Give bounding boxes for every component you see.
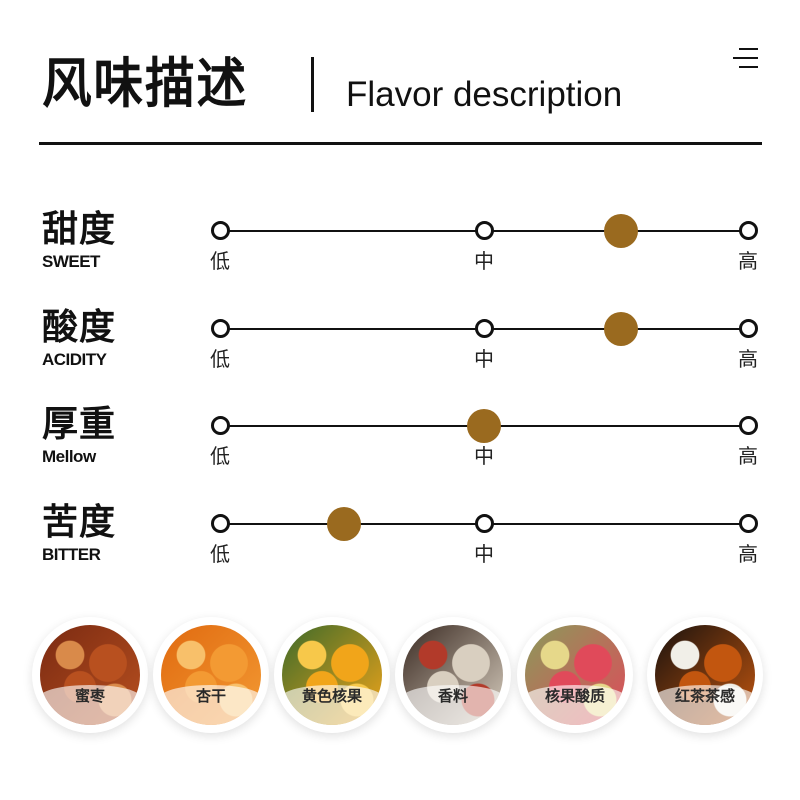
aroma-label: 杏干 — [195, 687, 226, 705]
flavor-scale: 低 中 高 — [0, 405, 800, 485]
page-title-en: Flavor description — [346, 75, 623, 114]
label-mid: 中 — [474, 542, 494, 566]
tick-low — [210, 221, 230, 240]
page-title-cn: 风味描述 — [42, 52, 249, 115]
header-divider — [39, 142, 762, 145]
label-high: 高 — [738, 542, 758, 566]
label-low: 低 — [210, 249, 230, 273]
flavor-row-bitter: 苦度 BITTER 低 中 高 — [0, 503, 800, 583]
menu-line — [739, 66, 758, 68]
aroma-image — [655, 625, 755, 725]
tick-low — [210, 514, 230, 533]
flavor-scale: 低 中 高 — [0, 210, 800, 290]
aroma-label: 黄色核果 — [301, 687, 362, 705]
label-high: 高 — [738, 444, 758, 468]
tick-high — [738, 319, 758, 338]
label-low: 低 — [210, 542, 230, 566]
menu-line — [733, 57, 758, 59]
flavor-scale: 低 中 高 — [0, 308, 800, 388]
menu-icon[interactable] — [733, 46, 761, 72]
aroma-dates[interactable]: 蜜枣 — [32, 617, 148, 733]
aroma-image — [525, 625, 625, 725]
aroma-image — [282, 625, 382, 725]
flavor-row-acidity: 酸度 ACIDITY 低 中 高 — [0, 308, 800, 388]
label-low: 低 — [210, 347, 230, 371]
tick-low — [210, 416, 230, 435]
title-separator — [311, 57, 314, 112]
aroma-label: 红茶茶感 — [674, 687, 735, 705]
aroma-red-berries[interactable]: 核果酸质 — [517, 617, 633, 733]
aroma-image — [403, 625, 503, 725]
flavor-row-mellow: 厚重 Mellow 低 中 高 — [0, 405, 800, 485]
label-mid: 中 — [474, 249, 494, 273]
label-high: 高 — [738, 249, 758, 273]
menu-line — [739, 48, 758, 50]
label-low: 低 — [210, 444, 230, 468]
tick-mid — [474, 221, 494, 240]
aroma-yellow-stone-fruit[interactable]: 黄色核果 — [274, 617, 390, 733]
flavor-level-marker[interactable] — [327, 507, 362, 541]
flavor-scale: 低 中 高 — [0, 503, 800, 583]
aroma-label: 蜜枣 — [74, 687, 105, 705]
flavor-level-marker[interactable] — [604, 312, 639, 346]
label-mid: 中 — [474, 444, 494, 468]
tick-high — [738, 514, 758, 533]
tick-low — [210, 319, 230, 338]
flavor-level-marker[interactable] — [467, 409, 501, 443]
tick-mid — [474, 319, 494, 338]
aroma-dried-apricots[interactable]: 杏干 — [153, 617, 269, 733]
tick-mid — [474, 514, 494, 533]
flavor-level-marker[interactable] — [604, 214, 639, 248]
aroma-list: 蜜枣 杏干 黄色核果 香料 核果酸质 红茶茶感 — [0, 612, 800, 742]
label-mid: 中 — [474, 347, 494, 371]
flavor-row-sweet: 甜度 SWEET 低 中 高 — [0, 210, 800, 290]
aroma-label: 核果酸质 — [544, 687, 605, 705]
label-high: 高 — [738, 347, 758, 371]
aroma-spices[interactable]: 香料 — [395, 617, 511, 733]
tick-high — [738, 416, 758, 435]
tick-high — [738, 221, 758, 240]
aroma-black-tea[interactable]: 红茶茶感 — [647, 617, 763, 733]
aroma-image — [161, 625, 261, 725]
aroma-label: 香料 — [437, 687, 468, 705]
aroma-image — [40, 625, 140, 725]
